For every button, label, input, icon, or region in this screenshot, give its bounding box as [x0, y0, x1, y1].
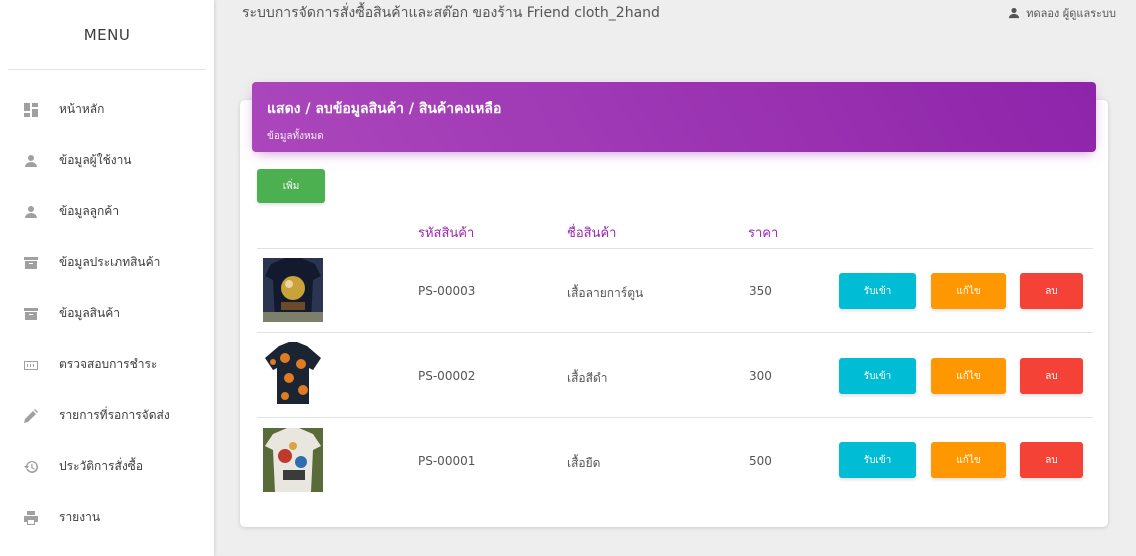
- dashboard-icon: [24, 102, 38, 117]
- add-button[interactable]: เพิ่ม: [257, 169, 325, 203]
- sidebar-item-label: ประวัติการสั่งซื้อ: [59, 459, 144, 473]
- product-name: เสื้อสีดำ: [567, 371, 608, 385]
- product-image: [263, 258, 323, 322]
- sidebar-item-label: ตรวจสอบการชำระ: [59, 357, 158, 371]
- sidebar-item-home[interactable]: หน้าหลัก: [0, 84, 214, 135]
- edit-button[interactable]: แก้ไข: [931, 273, 1006, 309]
- product-code: PS-00002: [418, 369, 476, 383]
- product-name: เสื้อลายการ์ตูน: [567, 286, 644, 300]
- product-image: [263, 428, 323, 492]
- sidebar-item-reports[interactable]: รายงาน: [0, 492, 214, 543]
- product-price: 500: [749, 454, 772, 468]
- column-header-name: ชื่อสินค้า: [567, 226, 617, 241]
- payment-icon: [24, 358, 38, 372]
- sidebar-item-label: รายงาน: [59, 510, 101, 524]
- edit-button[interactable]: แก้ไข: [931, 358, 1006, 394]
- edit-button[interactable]: แก้ไข: [931, 442, 1006, 478]
- print-icon: [24, 510, 38, 525]
- person-icon: [1009, 7, 1020, 19]
- sidebar-item-customers[interactable]: ข้อมูลลูกค้า: [0, 186, 214, 237]
- receive-button[interactable]: รับเข้า: [839, 358, 916, 394]
- sidebar-nav: หน้าหลัก ข้อมูลผู้ใช้งาน ข้อมูลลูกค้า ข้…: [0, 70, 214, 543]
- user-menu[interactable]: ทดลอง ผู้ดูแลระบบ: [1008, 4, 1116, 22]
- sidebar-item-order-history[interactable]: ประวัติการสั่งซื้อ: [0, 441, 214, 492]
- card-title: แสดง / ลบข้อมูลสินค้า / สินค้าคงเหลือ: [267, 101, 502, 117]
- column-header-code: รหัสสินค้า: [418, 226, 475, 241]
- sidebar-item-label: ข้อมูลประเภทสินค้า: [59, 255, 161, 269]
- person-icon: [24, 154, 38, 168]
- sidebar-item-label: ข้อมูลผู้ใช้งาน: [59, 153, 132, 167]
- sidebar-item-products[interactable]: ข้อมูลสินค้า: [0, 288, 214, 339]
- sidebar-item-label: หน้าหลัก: [59, 102, 105, 116]
- sidebar-item-label: ข้อมูลลูกค้า: [59, 204, 120, 218]
- archive-icon: [24, 256, 38, 270]
- card-header: แสดง / ลบข้อมูลสินค้า / สินค้าคงเหลือ ข้…: [252, 82, 1096, 152]
- delete-button[interactable]: ลบ: [1020, 358, 1083, 394]
- column-header-price: ราคา: [748, 226, 779, 241]
- sidebar-item-product-types[interactable]: ข้อมูลประเภทสินค้า: [0, 237, 214, 288]
- product-name: เสื้อยืด: [567, 456, 601, 470]
- divider: [257, 332, 1093, 333]
- sidebar: MENU หน้าหลัก ข้อมูลผู้ใช้งาน ข้อมูลลูกค…: [0, 0, 214, 556]
- delete-button[interactable]: ลบ: [1020, 442, 1083, 478]
- user-name: ทดลอง ผู้ดูแลระบบ: [1026, 7, 1116, 20]
- product-price: 350: [749, 284, 772, 298]
- history-icon: [24, 460, 38, 474]
- product-code: PS-00001: [418, 454, 476, 468]
- sidebar-item-label: รายการที่รอการจัดส่ง: [59, 408, 170, 422]
- pencil-icon: [24, 408, 38, 423]
- product-price: 300: [749, 369, 772, 383]
- person-icon: [24, 205, 38, 219]
- delete-button[interactable]: ลบ: [1020, 273, 1083, 309]
- receive-button[interactable]: รับเข้า: [839, 442, 916, 478]
- sidebar-title: MENU: [8, 0, 206, 70]
- product-code: PS-00003: [418, 284, 476, 298]
- sidebar-item-label: ข้อมูลสินค้า: [59, 306, 120, 320]
- card-subtitle: ข้อมูลทั้งหมด: [267, 131, 324, 142]
- sidebar-item-payments[interactable]: ตรวจสอบการชำระ: [0, 339, 214, 390]
- receive-button[interactable]: รับเข้า: [839, 273, 916, 309]
- divider: [257, 248, 1093, 249]
- page-title: ระบบการจัดการสั่งซื้อสินค้าและสต๊อก ของร…: [242, 5, 660, 21]
- product-image: [263, 342, 323, 406]
- archive-icon: [24, 307, 38, 321]
- sidebar-item-users[interactable]: ข้อมูลผู้ใช้งาน: [0, 135, 214, 186]
- divider: [257, 417, 1093, 418]
- sidebar-item-pending-delivery[interactable]: รายการที่รอการจัดส่ง: [0, 390, 214, 441]
